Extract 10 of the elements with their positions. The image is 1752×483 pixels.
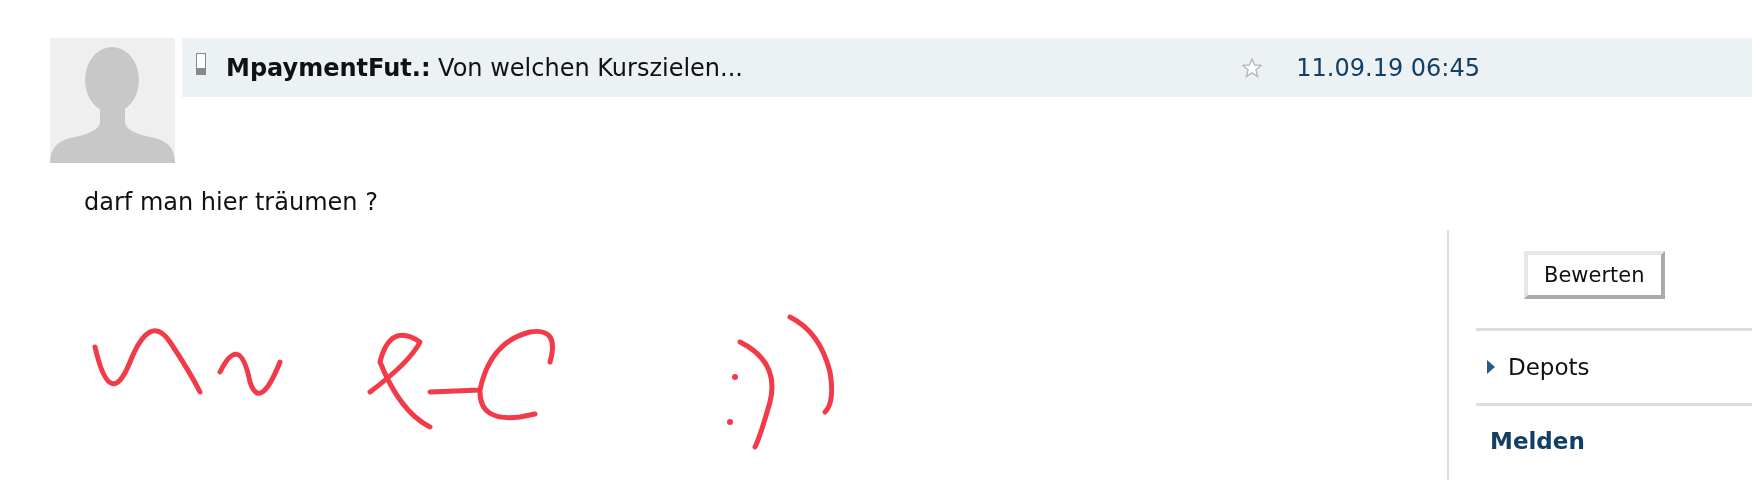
post-timestamp: 11.09.19 06:45 — [1296, 53, 1480, 82]
triangle-icon — [1486, 360, 1496, 374]
menu-item[interactable]: Depots — [1476, 331, 1752, 406]
rate-button[interactable]: Bewerten — [1524, 251, 1665, 299]
avatar-icon — [50, 38, 175, 163]
post-title[interactable]: MpaymentFut.: Von welchen Kurszielen... — [226, 53, 1243, 82]
report-link[interactable]: Melden — [1476, 406, 1752, 476]
post-text: darf man hier träumen ? — [84, 188, 379, 216]
star-icon[interactable] — [1242, 57, 1263, 78]
phone-icon — [196, 52, 206, 75]
